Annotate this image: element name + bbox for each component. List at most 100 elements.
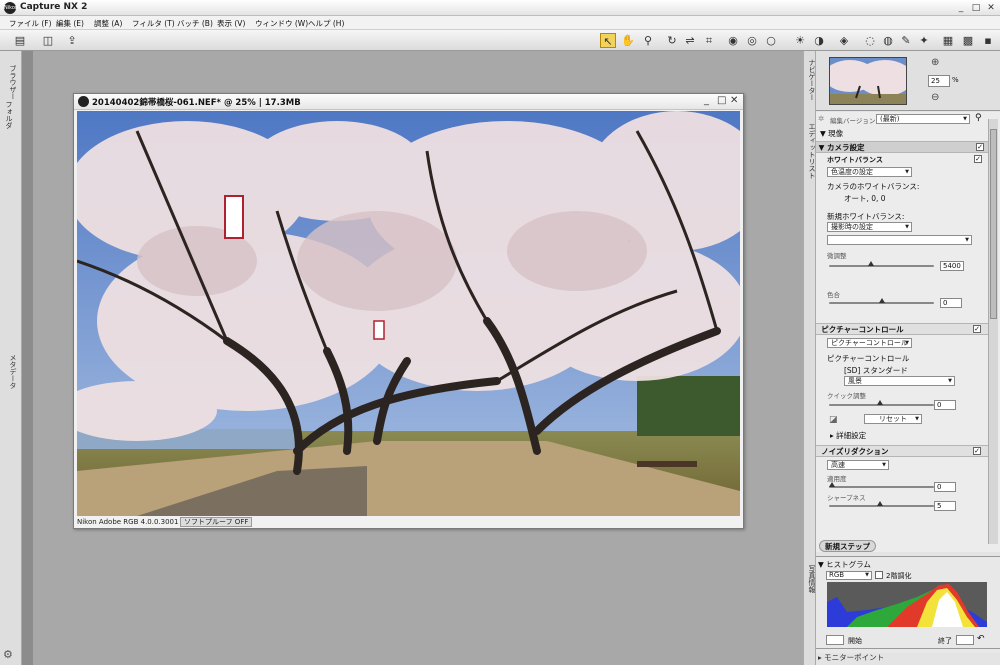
histogram-header[interactable]: ▼ ヒストグラム bbox=[818, 559, 871, 570]
layers-icon[interactable]: ▩ bbox=[960, 33, 976, 48]
hand-icon[interactable]: ✋ bbox=[620, 33, 636, 48]
histogram-channel-dropdown[interactable]: RGB bbox=[826, 571, 872, 580]
camera-settings-label: カメラ設定 bbox=[827, 143, 865, 152]
intensity-slider[interactable] bbox=[829, 486, 934, 488]
pc-style-dropdown[interactable]: 風景 bbox=[844, 376, 955, 386]
auto-brush-icon[interactable]: ◈ bbox=[836, 33, 852, 48]
start-field[interactable] bbox=[826, 635, 844, 645]
zoom-unit: % bbox=[952, 76, 959, 84]
monitor-point-header[interactable]: ▸ モニターポイント bbox=[816, 648, 1000, 662]
pc-sd-label: [SD] スタンダード bbox=[844, 366, 908, 375]
softproof-toggle[interactable]: ソフトプルーフ OFF bbox=[180, 517, 253, 527]
scrollbar-thumb[interactable] bbox=[990, 129, 997, 319]
maximize-button[interactable]: □ bbox=[969, 2, 983, 14]
image-window-header[interactable]: 20140402錦帯橋桜-061.NEF* @ 25% | 17.3MB _ □… bbox=[74, 94, 743, 110]
search-icon[interactable]: ⚲ bbox=[975, 113, 982, 123]
image-close-button[interactable]: ✕ bbox=[730, 95, 738, 106]
histogram-graph bbox=[827, 582, 987, 627]
sharpness-knob[interactable] bbox=[877, 501, 883, 506]
menu-filter[interactable]: フィルタ (T) bbox=[132, 18, 175, 29]
new-wb-dropdown[interactable]: 撮影時の設定 bbox=[827, 222, 912, 232]
menu-help[interactable]: ヘルプ (H) bbox=[308, 18, 344, 29]
detail-row[interactable]: ▸ 詳細設定 bbox=[830, 430, 1000, 441]
menu-batch[interactable]: バッチ (B) bbox=[177, 18, 213, 29]
brush-icon[interactable]: ✎ bbox=[898, 33, 914, 48]
camera-settings-checkbox[interactable]: ✓ bbox=[976, 143, 984, 151]
quick-adjust-knob[interactable] bbox=[877, 400, 883, 405]
auto-retouch-icon[interactable]: ◑ bbox=[811, 33, 827, 48]
gradation-label: 2階調化 bbox=[886, 572, 912, 580]
black-point-icon[interactable]: ◉ bbox=[725, 33, 741, 48]
quick-adjust-field[interactable]: 0 bbox=[934, 400, 956, 410]
photo-canvas[interactable] bbox=[77, 111, 740, 516]
gradient-icon[interactable]: ▦ bbox=[940, 33, 956, 48]
output-icon[interactable]: ⇪ bbox=[64, 33, 80, 48]
fine-adjust-field[interactable]: 5400 bbox=[940, 261, 964, 271]
picture-control-checkbox[interactable]: ✓ bbox=[973, 325, 981, 333]
sharpness-field[interactable]: 5 bbox=[934, 501, 956, 511]
marquee-icon[interactable]: ◍ bbox=[880, 33, 896, 48]
image-maximize-button[interactable]: □ bbox=[717, 95, 726, 106]
gradation-checkbox[interactable] bbox=[875, 571, 883, 579]
camera-settings-header[interactable]: ▼ カメラ設定 ✓ bbox=[816, 141, 988, 153]
metadata-tab[interactable]: メタデータ bbox=[6, 354, 18, 389]
noise-reduction-header[interactable]: ノイズリダクション ✓ bbox=[816, 445, 988, 457]
fine-adjust-slider[interactable] bbox=[829, 265, 934, 267]
lasso-icon[interactable]: ◌ bbox=[862, 33, 878, 48]
settings-icon[interactable]: ✲ bbox=[818, 114, 824, 123]
wb-mode-dropdown[interactable]: 色温度の設定 bbox=[827, 167, 912, 177]
version-dropdown[interactable]: (最新) bbox=[876, 114, 970, 124]
new-step-button[interactable]: 新規ステップ bbox=[819, 540, 876, 552]
menu-adjust[interactable]: 調整 (A) bbox=[94, 18, 122, 29]
nr-mode-dropdown[interactable]: 高速 bbox=[827, 460, 889, 470]
white-balance-checkbox[interactable]: ✓ bbox=[974, 155, 982, 163]
edit-list-scrollbar[interactable] bbox=[988, 119, 998, 544]
workspace-icon[interactable]: ▤ bbox=[12, 33, 28, 48]
quick-adjust-label: クイック調整 bbox=[827, 392, 866, 400]
picture-control-label: ピクチャーコントロール bbox=[821, 325, 904, 334]
intensity-field[interactable]: 0 bbox=[934, 482, 956, 492]
neutral-point-icon[interactable]: ◎ bbox=[744, 33, 760, 48]
fill-icon[interactable]: ✦ bbox=[916, 33, 932, 48]
monitor-point-label: モニターポイント bbox=[824, 653, 885, 662]
picture-control-header[interactable]: ピクチャーコントロール ✓ bbox=[816, 323, 988, 335]
direct-select-icon[interactable]: ↖ bbox=[600, 33, 616, 48]
tint-knob[interactable] bbox=[879, 298, 885, 303]
browser-tab[interactable]: ブラウザー bbox=[6, 65, 18, 100]
white-point-icon[interactable]: ○ bbox=[763, 33, 779, 48]
reset-histogram-icon[interactable]: ↶ bbox=[977, 634, 985, 644]
end-label: 終了 bbox=[938, 637, 952, 645]
app-title: Capture NX 2 bbox=[20, 2, 88, 12]
end-field[interactable] bbox=[956, 635, 974, 645]
navigator-thumbnail[interactable] bbox=[829, 57, 907, 105]
wb-preset-dropdown[interactable] bbox=[827, 235, 972, 245]
menu-view[interactable]: 表示 (V) bbox=[217, 18, 245, 29]
noise-reduction-checkbox[interactable]: ✓ bbox=[973, 447, 981, 455]
gear-icon[interactable]: ⚙ bbox=[3, 648, 13, 661]
close-button[interactable]: ✕ bbox=[984, 2, 998, 14]
reset-button[interactable]: リセット bbox=[864, 414, 922, 424]
straighten-icon[interactable]: ⇌ bbox=[682, 33, 698, 48]
red-eye-icon[interactable]: ☀ bbox=[792, 33, 808, 48]
zoom-field[interactable]: 25 bbox=[928, 75, 950, 87]
rotate-icon[interactable]: ↻ bbox=[664, 33, 680, 48]
folder-tab[interactable]: フォルダ bbox=[2, 101, 14, 129]
menu-window[interactable]: ウィンドウ (W) bbox=[255, 18, 308, 29]
zoom-out-icon[interactable]: ⊖ bbox=[931, 92, 939, 103]
picture-control-dropdown[interactable]: ピクチャーコントロール bbox=[827, 338, 912, 348]
minimize-button[interactable]: _ bbox=[954, 2, 968, 14]
menu-file[interactable]: ファイル (F) bbox=[9, 18, 52, 29]
crop-icon[interactable]: ⌗ bbox=[701, 33, 717, 48]
edit-list-panel: ✲ 編集バージョン (最新) ⚲ ▼ 現像 ▼ カメラ設定 ✓ ホワイトバランス… bbox=[816, 112, 1000, 552]
intensity-knob[interactable] bbox=[829, 482, 835, 487]
image-minimize-button[interactable]: _ bbox=[704, 95, 709, 106]
current-row[interactable]: ▼ 現像 bbox=[820, 128, 992, 139]
menu-edit[interactable]: 編集 (E) bbox=[56, 18, 84, 29]
zoom-icon[interactable]: ⚲ bbox=[640, 33, 656, 48]
zoom-in-icon[interactable]: ⊕ bbox=[931, 57, 939, 68]
fine-adjust-knob[interactable] bbox=[868, 261, 874, 266]
menu-bar: ファイル (F) 編集 (E) 調整 (A) フィルタ (T) バッチ (B) … bbox=[0, 16, 1000, 30]
browse-icon[interactable]: ◫ bbox=[40, 33, 56, 48]
fill-remove-icon[interactable]: ▪ bbox=[980, 33, 996, 48]
tint-field[interactable]: 0 bbox=[940, 298, 962, 308]
